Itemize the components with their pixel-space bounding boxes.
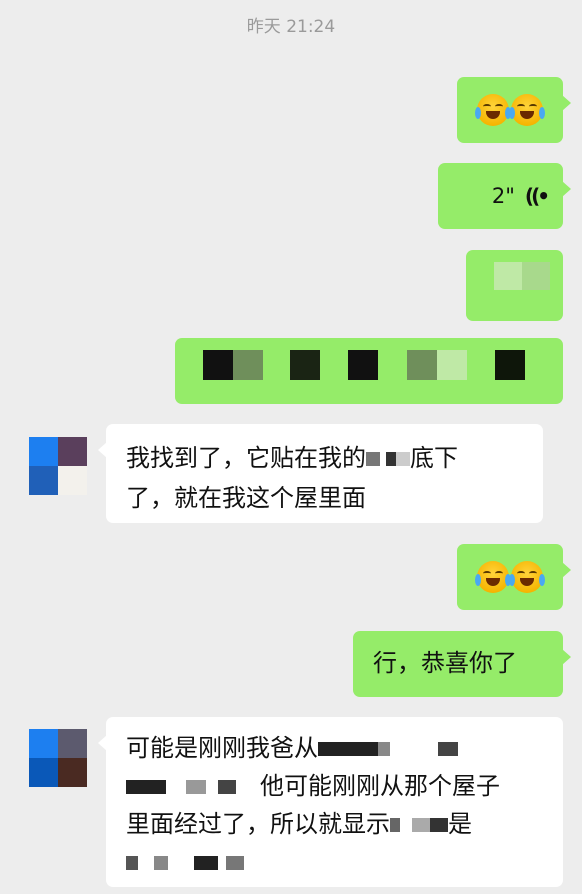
mosaic-block — [495, 350, 525, 380]
redacted-text — [390, 818, 448, 832]
message-text-segment: 底下 — [410, 444, 458, 472]
message-text-segment: 里面经过了，所以就显示 — [126, 810, 390, 838]
voice-message-bubble[interactable]: 2" ((• — [438, 163, 571, 229]
mosaic-block — [348, 350, 378, 380]
redacted-text — [126, 856, 244, 870]
message-text: 行，恭喜你了 — [373, 649, 517, 677]
mosaic-block — [437, 350, 467, 380]
tears-of-joy-emoji-icon — [509, 561, 545, 593]
redacted-text — [318, 742, 498, 756]
tears-of-joy-emoji-icon — [475, 561, 511, 593]
mosaic-block — [407, 350, 437, 380]
voice-wave-icon: ((• — [524, 184, 550, 208]
redacted-text — [126, 780, 236, 794]
tears-of-joy-emoji-icon — [509, 94, 545, 126]
message-text-segment: 了，就在我这个屋里面 — [126, 484, 366, 512]
incoming-text-bubble[interactable]: 我找到了，它贴在我的 底下 了，就在我这个屋里面 — [98, 424, 543, 523]
mosaic-block — [203, 350, 233, 380]
redacted-text — [366, 452, 410, 466]
mosaic-block — [494, 262, 522, 290]
mosaic-block — [522, 262, 550, 290]
message-text-segment: 他可能刚刚从那个屋子 — [260, 772, 500, 800]
outgoing-text-bubble[interactable]: 行，恭喜你了 — [353, 631, 571, 697]
message-text-segment: 是 — [448, 810, 472, 838]
mosaic-block — [290, 350, 320, 380]
emoji-message-bubble[interactable] — [457, 544, 571, 610]
mosaic-block — [233, 350, 263, 380]
incoming-text-bubble[interactable]: 可能是刚刚我爸从 他可能刚刚从那个屋子 里面经过了，所以就显示 是 — [98, 717, 563, 887]
contact-avatar[interactable] — [29, 437, 87, 495]
obscured-image-bubble[interactable] — [466, 250, 563, 321]
message-text-segment: 可能是刚刚我爸从 — [126, 734, 318, 762]
contact-avatar[interactable] — [29, 729, 87, 787]
chat-timestamp: 昨天 21:24 — [246, 17, 336, 37]
emoji-message-bubble[interactable] — [457, 77, 571, 143]
voice-duration: 2" — [491, 184, 515, 208]
message-text-segment: 我找到了，它贴在我的 — [126, 444, 366, 472]
obscured-image-bubble[interactable] — [175, 338, 563, 404]
tears-of-joy-emoji-icon — [475, 94, 511, 126]
